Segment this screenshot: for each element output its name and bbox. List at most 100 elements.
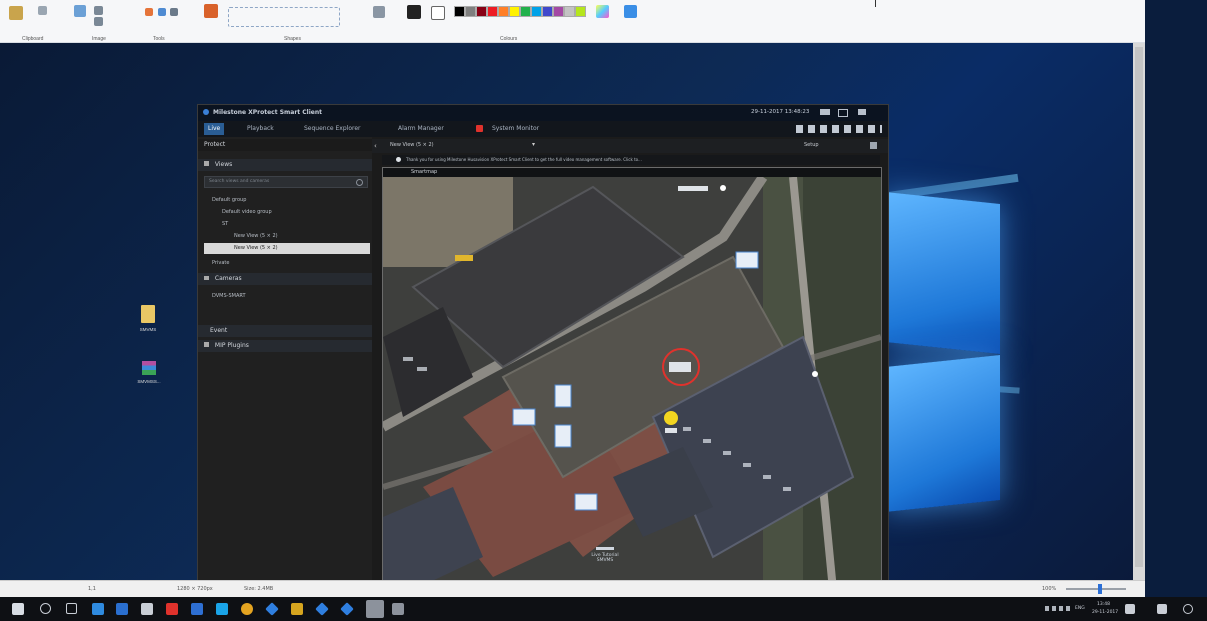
desktop: SMVMS SMVMSS... Milestone XProtect Smart… [0, 43, 1145, 580]
tree-item[interactable]: Default video group [222, 208, 272, 217]
cyan-app-icon[interactable] [216, 603, 228, 615]
caption-marker [596, 547, 614, 550]
diamond-app-icon[interactable] [340, 602, 354, 616]
close-button[interactable] [858, 109, 866, 115]
cameras-header[interactable]: Cameras [198, 273, 372, 285]
store-icon[interactable] [141, 603, 153, 615]
taskbar: ENG 13:48 29-11-2017 [0, 597, 1207, 621]
vertical-scrollbar[interactable] [1133, 43, 1145, 580]
colour-swatch[interactable] [542, 6, 553, 17]
tree-item[interactable]: New View (5 × 2) [234, 232, 278, 241]
colour1-icon[interactable] [431, 6, 445, 20]
chevron-down-icon[interactable]: ▾ [532, 141, 535, 148]
search-icon[interactable] [40, 603, 51, 614]
task-view-icon[interactable] [66, 603, 77, 614]
tab-playback[interactable]: Playback [243, 123, 278, 135]
paint-icon[interactable] [392, 603, 404, 615]
edit-colours-icon[interactable] [596, 5, 609, 18]
edge-icon[interactable] [92, 603, 104, 615]
resize-icon[interactable] [94, 17, 103, 26]
select-icon[interactable] [74, 5, 86, 17]
colour-swatch[interactable] [520, 6, 531, 17]
text-icon[interactable] [170, 8, 178, 16]
maximize-button[interactable] [838, 109, 848, 117]
diamond-app-icon[interactable] [315, 602, 329, 616]
tab-sequence-explorer[interactable]: Sequence Explorer [300, 123, 364, 135]
fullscreen-icon[interactable] [870, 142, 877, 149]
paste-icon[interactable] [9, 6, 23, 20]
clock-date[interactable]: 29-11-2017 [1092, 610, 1118, 615]
tree-item-label: New View (5 × 2) [234, 245, 278, 251]
workspace-tabs: Live Playback Sequence Explorer Alarm Ma… [198, 121, 888, 137]
system-tray[interactable] [1045, 606, 1073, 611]
search-icon [356, 179, 363, 186]
tree-item[interactable]: ST [222, 220, 228, 229]
view-selector[interactable]: New View (5 × 2) [390, 142, 434, 148]
language-indicator[interactable]: ENG [1075, 606, 1085, 611]
zoom-slider-thumb[interactable] [1098, 584, 1102, 594]
colour-swatch[interactable] [465, 6, 476, 17]
setup-button[interactable]: Setup [804, 142, 819, 148]
colour-swatch[interactable] [476, 6, 487, 17]
pencil-icon[interactable] [145, 8, 153, 16]
paint-ribbon: Clipboard Image Tools Shapes Colours [0, 0, 1145, 43]
camera-tree-item[interactable]: DVMS-SMART [212, 292, 246, 301]
chrome-icon[interactable] [241, 603, 253, 615]
brushes-icon[interactable] [204, 4, 218, 18]
windows-start-icon[interactable] [1157, 604, 1167, 614]
collapse-sidebar-icon[interactable]: ‹ [374, 142, 377, 150]
blue-app-icon[interactable] [191, 603, 203, 615]
scrollbar-thumb[interactable] [1135, 47, 1143, 567]
smart-map-viewport[interactable]: Smartmap [382, 167, 882, 580]
tab-alarm-manager[interactable]: Alarm Manager [394, 123, 448, 135]
desktop-icon[interactable]: SMVMSS... [128, 361, 170, 384]
aerial-map [383, 177, 881, 580]
zoom-slider[interactable] [1066, 588, 1126, 590]
search-placeholder: Search views and cameras [209, 179, 270, 184]
colour-swatch[interactable] [553, 6, 564, 17]
notification-bar[interactable]: Thank you for using Milestone Husavision… [382, 155, 880, 165]
search-icon[interactable] [1183, 604, 1193, 614]
crop-icon[interactable] [94, 6, 103, 15]
tree-item[interactable]: Private [212, 259, 229, 268]
ribbon-group-label: Image [92, 36, 106, 42]
colour-swatch[interactable] [564, 6, 575, 17]
cut-icon[interactable] [38, 6, 47, 15]
event-header[interactable]: Event [198, 325, 372, 337]
tab-system-monitor[interactable]: System Monitor [488, 123, 543, 135]
tree-item[interactable]: Default group [212, 196, 246, 205]
diamond-app-icon[interactable] [265, 602, 279, 616]
caption-line2: SMVMS [596, 558, 614, 563]
paint3d-icon[interactable] [624, 5, 637, 18]
desktop-icon-label: SMVMS [139, 327, 157, 332]
colour-swatch[interactable] [509, 6, 520, 17]
action-center-icon[interactable] [1125, 604, 1135, 614]
red-app-icon[interactable] [166, 603, 178, 615]
colour-swatch[interactable] [531, 6, 542, 17]
toolbar-icons[interactable] [796, 125, 882, 133]
colour-swatch[interactable] [575, 6, 586, 17]
outline-icon[interactable] [373, 6, 385, 18]
colour-swatch[interactable] [454, 6, 465, 17]
ribbon-group-label: Tools [153, 36, 165, 42]
fill-icon[interactable] [158, 8, 166, 16]
map-breadcrumb: Smartmap [411, 169, 438, 175]
clock-time[interactable]: 13:48 [1097, 602, 1110, 607]
smart-client-icon[interactable] [366, 600, 384, 618]
mip-plugins-header[interactable]: MIP Plugins [198, 340, 372, 352]
size-icon[interactable] [407, 5, 421, 19]
clock: 29-11-2017 13:48:23 [751, 109, 810, 115]
minimize-button[interactable] [820, 109, 830, 115]
tab-live[interactable]: Live [204, 123, 225, 135]
desktop-icon[interactable]: SMVMS [133, 305, 163, 332]
archive-app-icon[interactable] [291, 603, 303, 615]
explorer-icon[interactable] [116, 603, 128, 615]
shapes-icon[interactable] [228, 7, 340, 27]
colour-swatch[interactable] [498, 6, 509, 17]
start-icon[interactable] [12, 603, 24, 615]
views-header[interactable]: Views [198, 159, 372, 171]
colour-swatch[interactable] [487, 6, 498, 17]
smart-client-window: Milestone XProtect Smart Client 29-11-20… [197, 104, 889, 580]
search-input[interactable]: Search views and cameras [204, 176, 368, 188]
tree-item-selected[interactable]: New View (5 × 2) [204, 243, 370, 254]
